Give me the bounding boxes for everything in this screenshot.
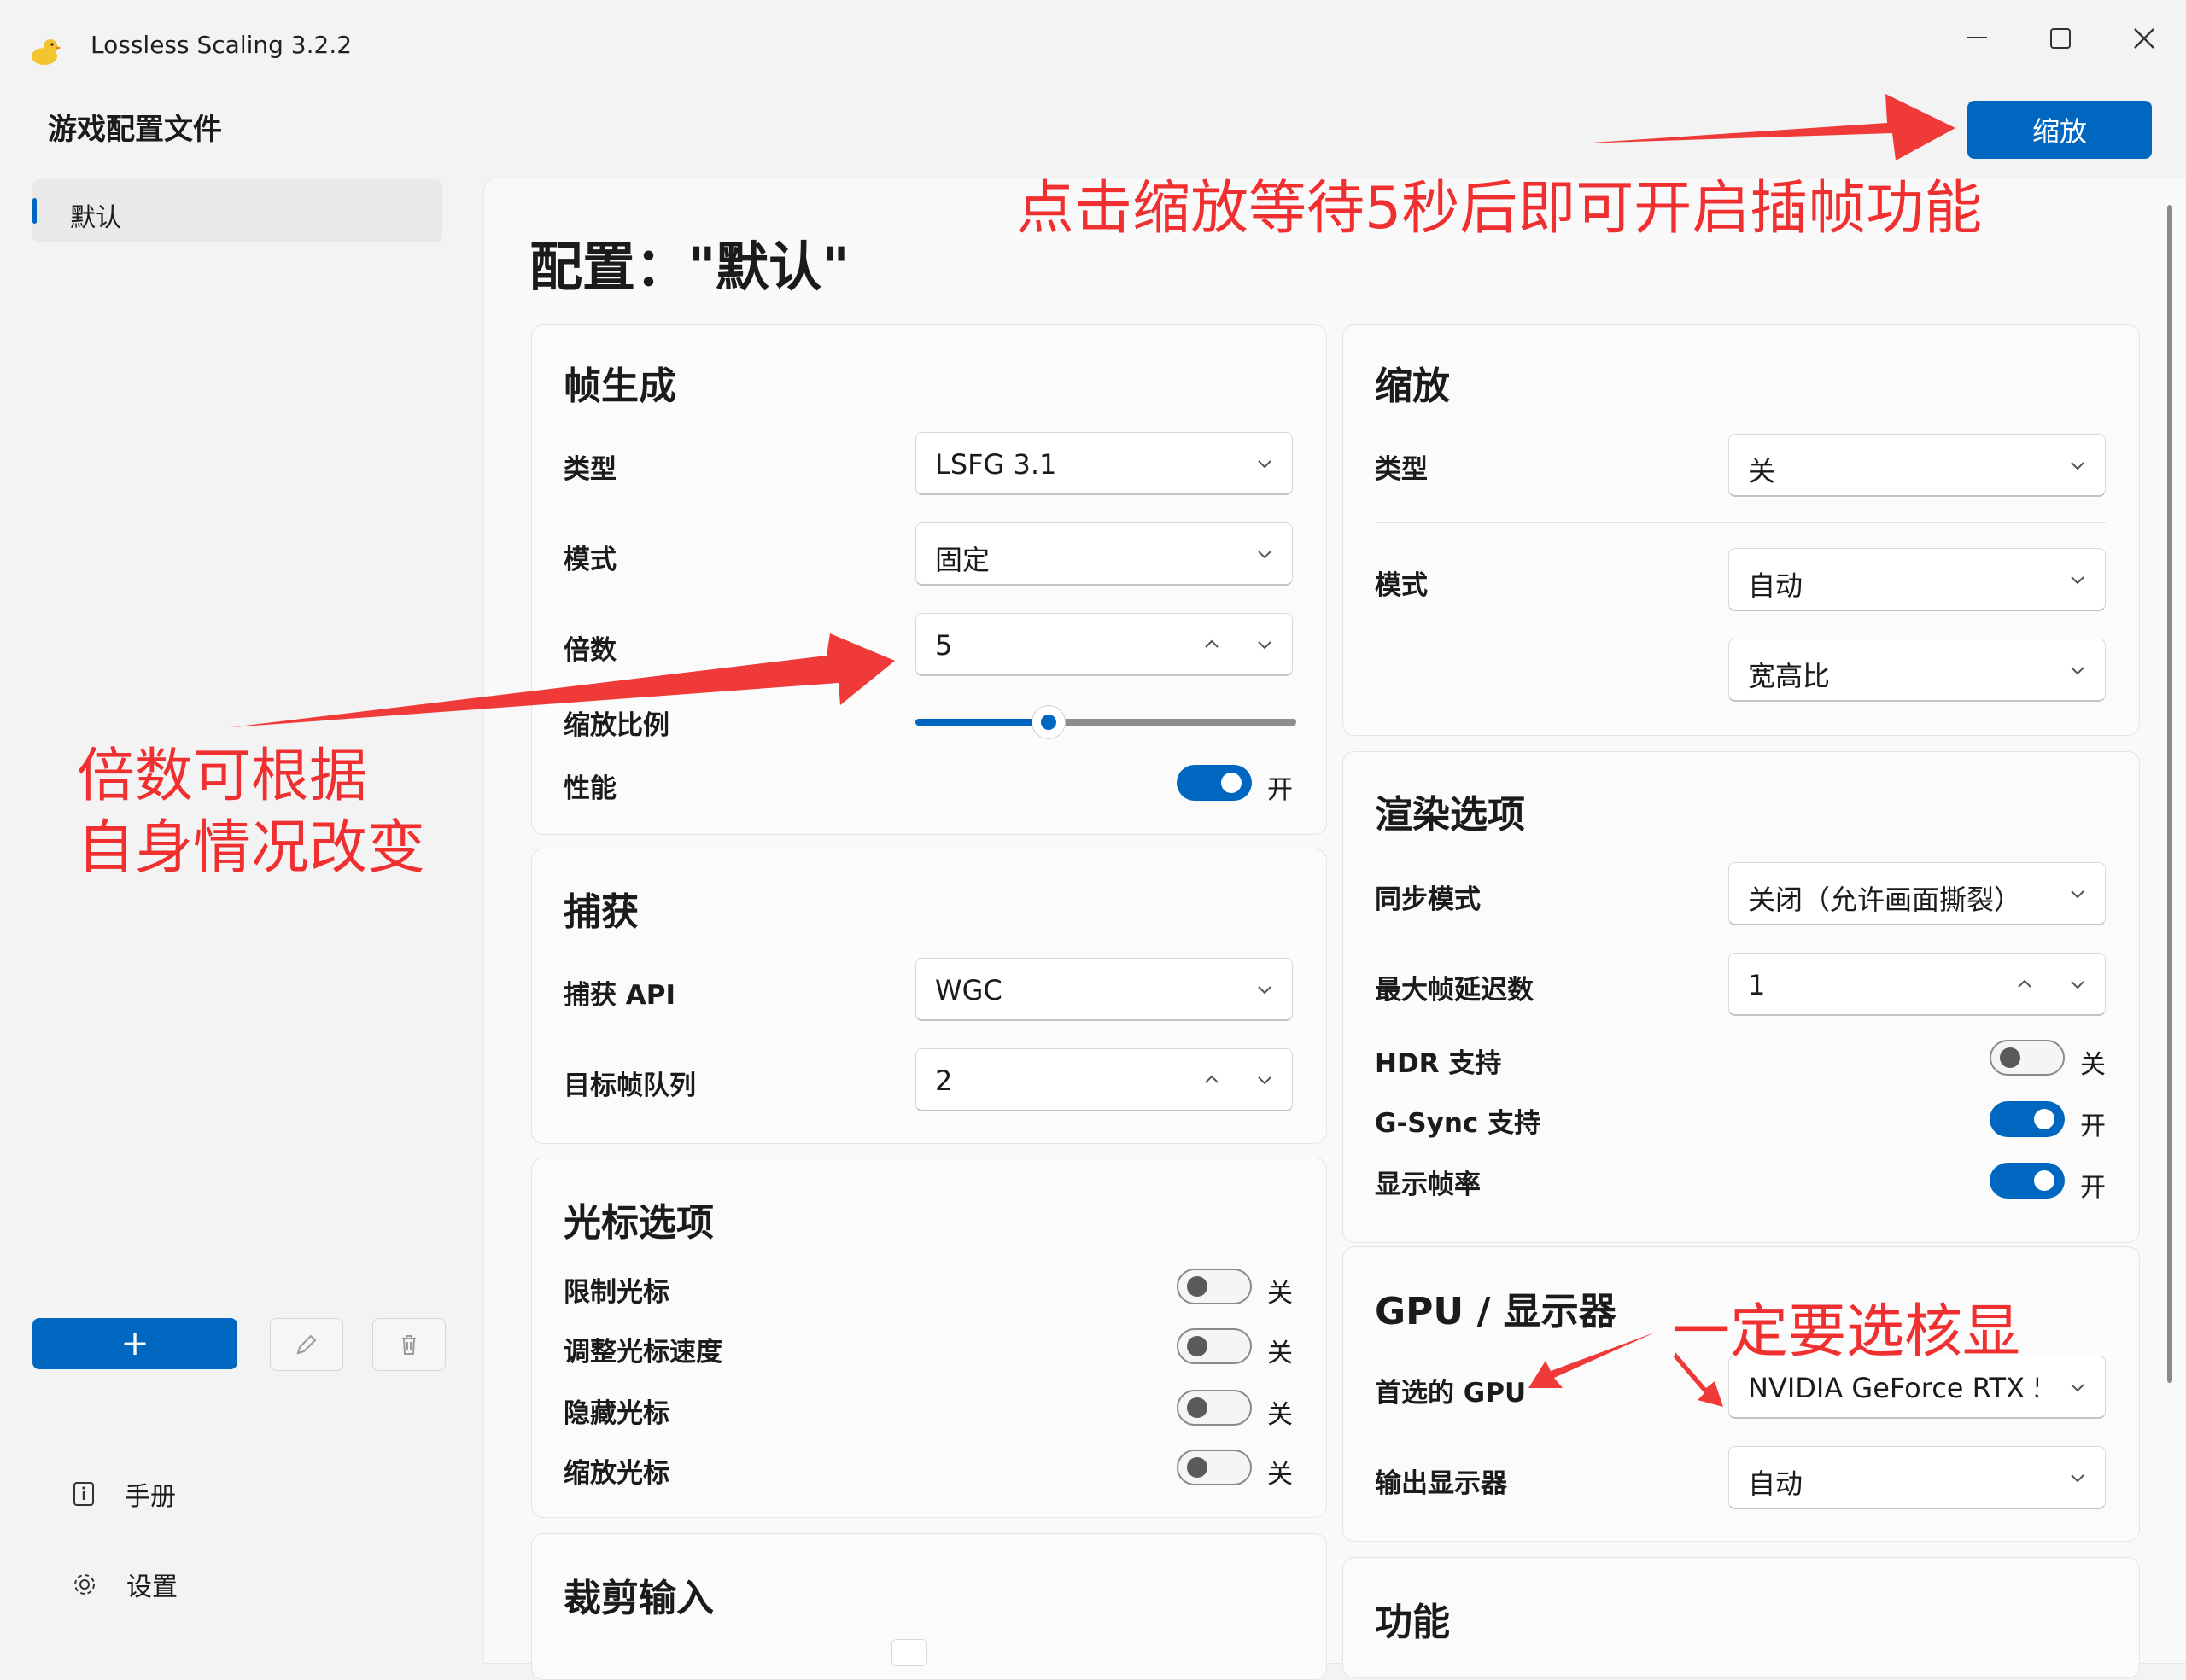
app-window: Lossless Scaling 3.2.2 游戏配置文件 默认 + 手册 设置… — [0, 0, 2186, 1680]
annotation-arrows — [231, 94, 1955, 1407]
arrow-to-multiplier — [231, 633, 895, 727]
arrow-to-scale-button — [1580, 94, 1955, 160]
arrow-to-gpu-dropdown — [1674, 1352, 1723, 1407]
arrow-to-gpu-label — [1528, 1332, 1657, 1388]
